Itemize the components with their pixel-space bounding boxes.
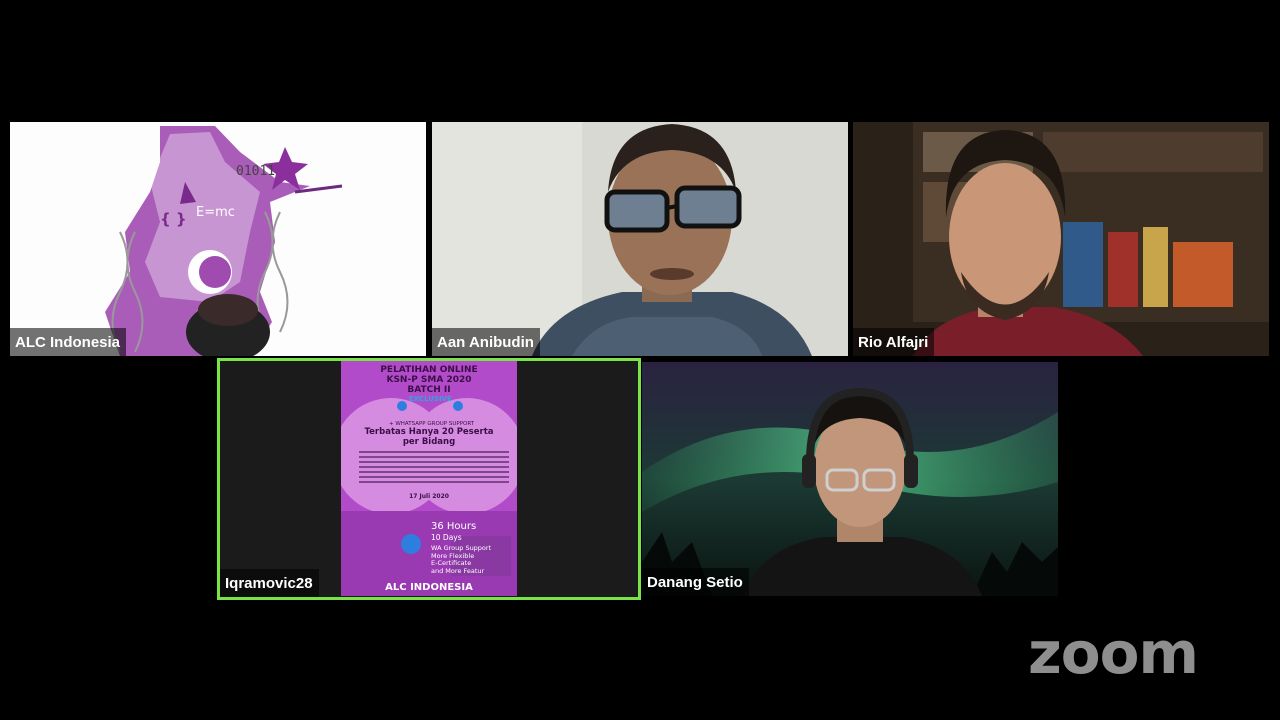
- zoom-logo: zoom: [1028, 619, 1199, 687]
- poster-exclusive: EXCLUSIVE: [409, 395, 452, 403]
- participant-name-label: Rio Alfajri: [853, 328, 935, 356]
- poster-features: WA Group Support More Flexible E-Certifi…: [431, 544, 511, 575]
- video-tile-iqramovic28-active-speaker[interactable]: PELATIHAN ONLINE KSN-P SMA 2020 BATCH II…: [217, 358, 641, 600]
- poster-brand: ALC INDONESIA: [385, 582, 473, 593]
- poster-title-line3: BATCH II: [407, 385, 451, 395]
- participant-name-label: Danang Setio: [642, 568, 749, 596]
- alc-logo-artwork: { }: [105, 126, 343, 356]
- poster-image: PELATIHAN ONLINE KSN-P SMA 2020 BATCH II…: [341, 361, 517, 596]
- video-tile-aan-anibudin[interactable]: Aan Anibudin: [432, 122, 848, 356]
- video-tile-rio-alfajri[interactable]: Rio Alfajri: [853, 122, 1269, 356]
- participant-video: [432, 122, 848, 356]
- poster-fine-print: [359, 451, 509, 489]
- poster-date: 17 Juli 2020: [409, 493, 449, 500]
- participant-video: [642, 362, 1058, 596]
- participant-video: [853, 122, 1269, 356]
- binary-text: 01011: [236, 164, 276, 179]
- poster-days: 10 Days: [431, 533, 462, 542]
- poster-limit-line1: Terbatas Hanya 20 Peserta: [364, 427, 494, 437]
- participant-name-label: Iqramovic28: [220, 569, 319, 597]
- poster-title-line2: KSN-P SMA 2020: [386, 375, 472, 385]
- poster-feature: and More Featur: [431, 566, 485, 575]
- participant-name-label: ALC Indonesia: [10, 328, 127, 356]
- svg-text:{ }: { }: [160, 210, 187, 228]
- poster-limit-line2: per Bidang: [402, 437, 456, 447]
- formula-text: E=mc: [196, 205, 235, 220]
- video-tile-danang-setio[interactable]: Danang Setio: [642, 362, 1058, 596]
- participant-name-label: Aan Anibudin: [432, 328, 540, 356]
- poster-hours: 36 Hours: [431, 521, 477, 532]
- poster-title-line1: PELATIHAN ONLINE: [380, 365, 478, 375]
- video-tile-alc-indonesia[interactable]: { } 01011 E=mc ALC Indonesia: [10, 122, 426, 356]
